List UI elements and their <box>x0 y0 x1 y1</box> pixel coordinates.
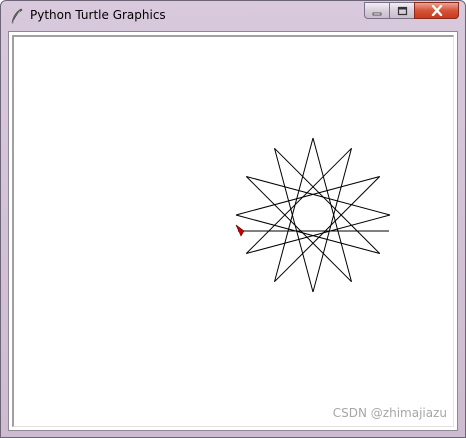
title-bar[interactable]: Python Turtle Graphics <box>1 1 465 31</box>
feather-icon[interactable] <box>10 8 24 24</box>
window-client-area: CSDN @zhimajiazu <box>8 31 458 431</box>
window-controls <box>364 2 459 21</box>
close-icon <box>431 1 443 20</box>
drawing-surface <box>235 137 391 293</box>
csdn-watermark: CSDN @zhimajiazu <box>332 406 447 420</box>
star-figure <box>235 137 391 293</box>
close-button[interactable] <box>414 2 459 19</box>
turtle-canvas[interactable]: CSDN @zhimajiazu <box>12 35 454 427</box>
maximize-icon <box>397 1 408 20</box>
turtle-window: Python Turtle Graphics CSDN @zhimajiazu <box>0 0 466 438</box>
maximize-button[interactable] <box>389 2 414 19</box>
minimize-button[interactable] <box>364 2 389 19</box>
minimize-icon <box>372 1 383 20</box>
window-title: Python Turtle Graphics <box>30 8 166 22</box>
turtle-cursor-icon <box>235 224 245 237</box>
